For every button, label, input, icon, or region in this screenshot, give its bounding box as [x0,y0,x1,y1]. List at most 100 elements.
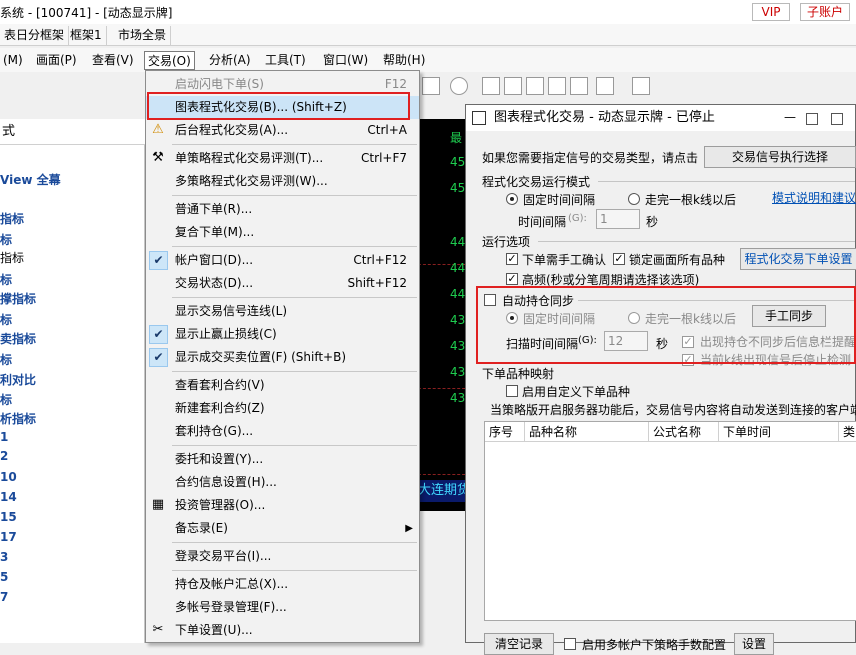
price-chart[interactable]: 最 45 45 44 44 44 43 43 43 43 [418,119,470,511]
menu-item-label: 多帐号登录管理(F)... [175,600,287,614]
eraser-tool-icon[interactable] [526,77,544,95]
left-panel-item[interactable]: 指标 [0,210,24,230]
menu-item[interactable]: ▦ 投资管理器(O)... [146,494,419,517]
order-settings-button[interactable]: 程式化交易下单设置 [740,248,856,270]
group-divider [598,181,855,182]
chart-price-label: 45 [450,181,466,195]
menu-item[interactable]: 显示交易信号连线(L) [146,300,419,323]
left-panel-item[interactable]: 5 [0,570,8,590]
restore-icon[interactable] [831,113,843,125]
left-panel-item[interactable]: 标 [0,391,12,411]
chart-price-label: 44 [450,287,466,301]
menu-item[interactable]: ✂ 下单设置(U)... [146,619,419,642]
left-panel-item[interactable]: 17 [0,530,17,550]
menu-view[interactable]: 查看(V) [89,51,137,70]
menu-item[interactable]: 登录交易平台(I)... [146,545,419,568]
mode-help-link[interactable]: 模式说明和建议 [772,189,856,206]
menu-item-label: 登录交易平台(I)... [175,549,272,563]
toolbar [420,74,670,98]
app-title: 系统 - [100741] - [动态显示牌] [0,6,173,20]
col-type[interactable]: 类 [839,422,856,442]
copy-tool-icon[interactable] [548,77,566,95]
menu-item[interactable]: 委托和设置(Y)... [146,448,419,471]
pencil-tool-icon[interactable] [596,77,614,95]
menu-item[interactable]: 交易状态(D)... Shift+F12 [146,272,419,295]
left-panel-item[interactable]: 1 [0,430,8,450]
menu-item[interactable]: 多策略程式化交易评测(W)... [146,170,419,193]
left-panel-item[interactable]: 3 [0,550,8,570]
left-panel-item[interactable]: 标 [0,231,12,251]
maximize-icon[interactable] [806,113,818,125]
signal-table[interactable]: 序号 品种名称 公式名称 下单时间 类 [484,421,856,621]
left-panel-item[interactable]: 利对比 [0,371,36,391]
menu-item[interactable]: ⚒ 单策略程式化交易评测(T)... Ctrl+F7 [146,147,419,170]
erase-all-tool-icon[interactable] [570,77,588,95]
menu-item[interactable]: 新建套利合约(Z) [146,397,419,420]
col-symbol-name[interactable]: 品种名称 [525,422,649,442]
menu-m[interactable]: (M) [0,51,26,70]
menu-item[interactable]: ✔ 显示止赢止损线(C) [146,323,419,346]
radio-bar-complete[interactable] [628,193,640,205]
delete-tool-icon[interactable] [504,77,522,95]
menu-item[interactable]: 合约信息设置(H)... [146,471,419,494]
interval-hint: (G): [568,213,587,224]
col-formula-name[interactable]: 公式名称 [649,422,719,442]
menu-tools[interactable]: 工具(T) [262,51,309,70]
minimize-icon[interactable]: — [781,108,799,126]
col-order-time[interactable]: 下单时间 [719,422,839,442]
lock-screen-checkbox[interactable]: ✓ [613,253,625,265]
vip-button[interactable]: VIP [752,3,790,21]
menu-analysis[interactable]: 分析(A) [206,51,254,70]
menu-item[interactable]: 多帐号登录管理(F)... [146,596,419,619]
left-panel-item[interactable]: 2 [0,449,8,469]
sub-account-button[interactable]: 子账户 [800,3,850,21]
left-panel-item[interactable]: 卖指标 [0,330,36,350]
menu-trade[interactable]: 交易(O) [144,51,195,70]
tab-daily-frame[interactable]: 表日分框架 [0,26,70,45]
ellipse-tool-icon[interactable] [450,77,468,95]
custom-symbol-checkbox[interactable] [506,385,518,397]
check-icon: ✔ [149,325,168,344]
left-panel-item[interactable]: 标 [0,351,12,371]
interval-input[interactable]: 1 [596,209,640,229]
chart-price-label: 44 [450,261,466,275]
menu-window[interactable]: 窗口(W) [320,51,371,70]
multi-account-checkbox[interactable] [564,638,576,650]
menu-item[interactable]: 备忘录(E) ▶ [146,517,419,540]
left-panel-item[interactable]: 标 [0,311,12,331]
grid-tool-icon[interactable] [482,77,500,95]
left-panel-item[interactable]: 指标 [0,249,24,269]
tab-frame1[interactable]: 框架1 [66,26,107,45]
edit-tool-icon[interactable] [632,77,650,95]
left-panel-item[interactable]: 14 [0,490,17,510]
menu-item[interactable]: ✔ 帐户窗口(D)... Ctrl+F12 [146,249,419,272]
settings-button[interactable]: 设置 [734,633,774,655]
menu-help[interactable]: 帮助(H) [380,51,428,70]
high-frequency-checkbox[interactable]: ✓ [506,273,518,285]
left-panel-item[interactable]: View 全幕 [0,171,61,191]
left-panel-item[interactable]: 析指标 [0,410,36,430]
signal-select-button[interactable]: 交易信号执行选择 [704,146,856,168]
col-index[interactable]: 序号 [485,422,525,442]
menu-item[interactable]: 套利持仓(G)... [146,420,419,443]
rectangle-tool-icon[interactable] [422,77,440,95]
radio-fixed-interval[interactable] [506,193,518,205]
tab-market-overview[interactable]: 市场全景 [114,26,172,45]
menu-item[interactable]: 复合下单(M)... [146,221,419,244]
left-panel-item[interactable]: 7 [0,590,8,610]
menu-screen[interactable]: 画面(P) [33,51,80,70]
manual-confirm-checkbox[interactable]: ✓ [506,253,518,265]
left-panel-item[interactable]: 标 [0,271,12,291]
menu-item[interactable]: 查看套利合约(V) [146,374,419,397]
menu-item[interactable]: 普通下单(R)... [146,198,419,221]
clear-records-button[interactable]: 清空记录 [484,633,554,655]
menu-item[interactable]: ⚠ 后台程式化交易(A)... Ctrl+A [146,119,419,142]
menu-item[interactable]: ✔ 显示成交买卖位置(F) (Shift+B) [146,346,419,369]
left-panel-item[interactable]: 15 [0,510,17,530]
options-group-label: 运行选项 [482,235,531,249]
menu-separator [172,144,417,145]
menu-item[interactable]: 持仓及帐户汇总(X)... [146,573,419,596]
lock-screen-label: 锁定画面所有品种 [629,253,726,267]
left-panel-item[interactable]: 10 [0,470,17,490]
left-panel-item[interactable]: 撑指标 [0,290,36,310]
